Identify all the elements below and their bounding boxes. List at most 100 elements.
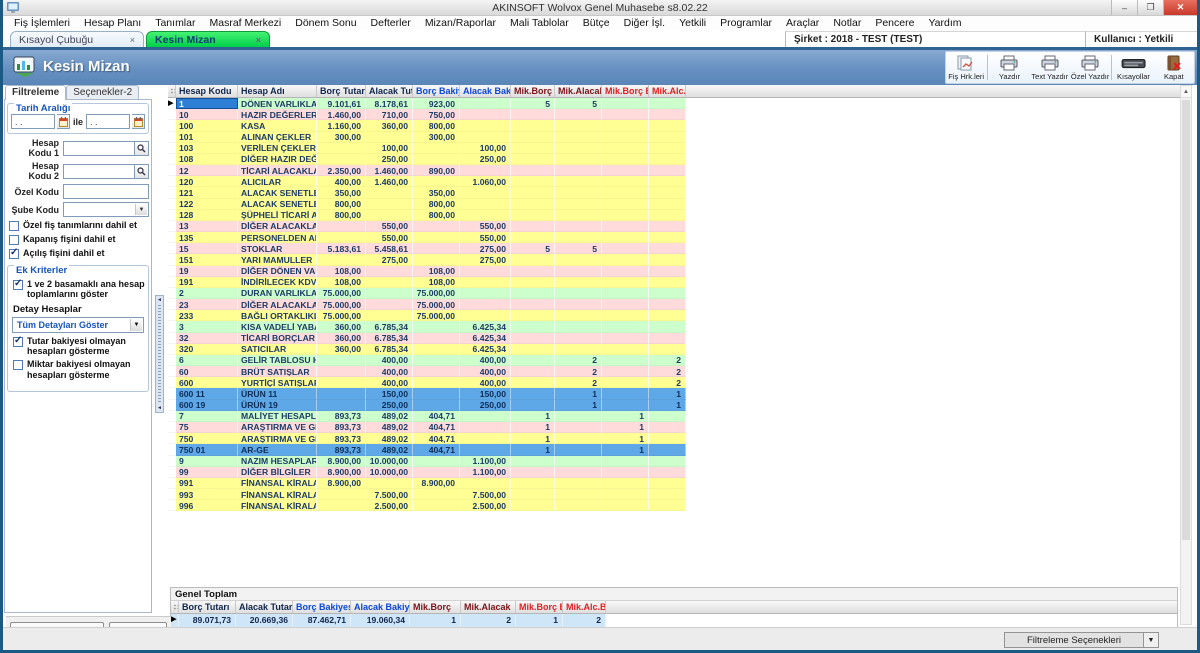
cell-hesap-adi[interactable]: FİNANSAL KİRALAMA YOLU <box>238 478 317 489</box>
date-from-input[interactable]: . . <box>11 114 55 129</box>
cell-value[interactable] <box>555 321 602 332</box>
cell-value[interactable] <box>555 165 602 176</box>
cell-value[interactable]: 8.900,00 <box>317 467 366 478</box>
cell-value[interactable]: 75.000,00 <box>413 299 460 310</box>
cell-value[interactable] <box>555 444 602 455</box>
cell-value[interactable] <box>317 232 366 243</box>
menu-item[interactable]: Dönem Sonu <box>288 17 363 29</box>
cell-value[interactable]: 1.100,00 <box>460 456 511 467</box>
cell-value[interactable] <box>460 277 511 288</box>
cell-value[interactable] <box>413 456 460 467</box>
cell-value[interactable]: 2 <box>649 355 686 366</box>
cell-value[interactable] <box>413 333 460 344</box>
cell-value[interactable] <box>511 388 555 399</box>
cell-value[interactable] <box>511 400 555 411</box>
total-header-borc-bakiyesi[interactable]: Borç Bakiyesi <box>293 601 351 613</box>
cell-value[interactable] <box>555 467 602 478</box>
table-row[interactable]: 600YURTİÇİ SATIŞLAR400,00400,0022 <box>168 377 1184 388</box>
cell-value[interactable] <box>366 288 413 299</box>
cell-value[interactable]: 1.460,00 <box>317 109 366 120</box>
cell-hesap-kodu[interactable]: 600 11 <box>176 388 238 399</box>
cell-value[interactable] <box>511 333 555 344</box>
cell-hesap-kodu[interactable]: 135 <box>176 232 238 243</box>
table-row[interactable]: 996FİNANSAL KİRALAMA ALAC2.500,002.500,0… <box>168 500 1184 511</box>
cell-value[interactable]: 400,00 <box>317 176 366 187</box>
table-row[interactable]: 13DİĞER ALACAKLAR550,00550,00 <box>168 221 1184 232</box>
column-header-alacak-bakiyesi[interactable]: Alacak Bakiyesi <box>460 85 511 97</box>
cell-value[interactable]: 800,00 <box>317 210 366 221</box>
cell-value[interactable] <box>555 187 602 198</box>
sube-kodu-select[interactable]: ▼ <box>63 202 149 217</box>
column-header-borc-bakiyesi[interactable]: Borç Bakiyesi <box>413 85 460 97</box>
cell-value[interactable]: 6.785,34 <box>366 344 413 355</box>
cell-value[interactable]: 360,00 <box>317 321 366 332</box>
cell-value[interactable] <box>460 109 511 120</box>
cell-value[interactable] <box>460 199 511 210</box>
checkbox-ozel-fis[interactable]: Özel fiş tanımlarını dahil et <box>9 220 149 231</box>
cell-hesap-adi[interactable]: ARAŞTIRMA VE GELİŞTİRM <box>238 433 317 444</box>
cell-value[interactable]: 5 <box>555 98 602 109</box>
cell-value[interactable]: 360,00 <box>317 333 366 344</box>
cell-value[interactable] <box>366 277 413 288</box>
column-header-mik-borc-bky[interactable]: Mik.Borç Bky. <box>602 85 649 97</box>
cell-value[interactable] <box>413 377 460 388</box>
kapat-button[interactable]: Kapat <box>1154 52 1194 83</box>
column-header-mik-alc-bky[interactable]: Mik.Alc.Bky <box>649 85 686 97</box>
cell-value[interactable]: 710,00 <box>366 109 413 120</box>
cell-value[interactable] <box>649 165 686 176</box>
cell-value[interactable] <box>413 388 460 399</box>
cell-value[interactable]: 893,73 <box>317 422 366 433</box>
table-row[interactable]: 151YARI MAMULLER275,00275,00 <box>168 254 1184 265</box>
cell-hesap-adi[interactable]: BAĞLI ORTAKLIKLARDAN A <box>238 310 317 321</box>
total-header-alacak-tutari[interactable]: Alacak Tutarı <box>236 601 293 613</box>
cell-hesap-kodu[interactable]: 1 <box>176 98 238 109</box>
cell-value[interactable]: 108,00 <box>413 266 460 277</box>
cell-hesap-kodu[interactable]: 122 <box>176 199 238 210</box>
cell-value[interactable] <box>649 478 686 489</box>
cell-value[interactable] <box>460 288 511 299</box>
cell-value[interactable] <box>413 243 460 254</box>
cell-value[interactable] <box>555 478 602 489</box>
cell-value[interactable] <box>602 199 649 210</box>
cell-hesap-kodu[interactable]: 750 01 <box>176 444 238 455</box>
menu-item[interactable]: Defterler <box>364 17 418 29</box>
cell-value[interactable] <box>366 210 413 221</box>
cell-value[interactable] <box>555 500 602 511</box>
cell-value[interactable]: 550,00 <box>460 232 511 243</box>
total-header-mik-alc-bky[interactable]: Mik.Alc.Bky. <box>563 601 606 613</box>
column-header-borc-tutari[interactable]: Borç Tutarı <box>317 85 366 97</box>
cell-value[interactable]: 1.160,00 <box>317 120 366 131</box>
cell-value[interactable] <box>602 333 649 344</box>
cell-value[interactable]: 75.000,00 <box>317 288 366 299</box>
cell-value[interactable]: 400,00 <box>460 366 511 377</box>
cell-hesap-adi[interactable]: ALACAK SENETLERİ REESKO <box>238 199 317 210</box>
close-icon[interactable]: ✕ <box>1163 0 1197 15</box>
cell-value[interactable]: 250,00 <box>366 154 413 165</box>
tab-kisayol-cubugu[interactable]: Kısayol Çubuğu × <box>10 31 144 47</box>
cell-value[interactable] <box>602 355 649 366</box>
cell-hesap-adi[interactable]: ÜRÜN 11 <box>238 388 317 399</box>
cell-value[interactable] <box>511 478 555 489</box>
cell-value[interactable]: 6.785,34 <box>366 321 413 332</box>
cell-hesap-kodu[interactable]: 993 <box>176 489 238 500</box>
menu-item[interactable]: Yardım <box>921 17 968 29</box>
cell-hesap-adi[interactable]: DİĞER ALACAKLAR <box>238 221 317 232</box>
cell-value[interactable] <box>511 299 555 310</box>
total-header-mik-alacak[interactable]: Mik.Alacak <box>461 601 516 613</box>
cell-value[interactable] <box>649 422 686 433</box>
vertical-scrollbar[interactable]: ▲ <box>1180 85 1192 625</box>
cell-value[interactable] <box>511 266 555 277</box>
menu-item[interactable]: Mizan/Raporlar <box>418 17 503 29</box>
cell-hesap-kodu[interactable]: 151 <box>176 254 238 265</box>
cell-value[interactable] <box>511 154 555 165</box>
cell-value[interactable] <box>366 310 413 321</box>
cell-value[interactable] <box>317 388 366 399</box>
cell-hesap-adi[interactable]: DİĞER HAZIR DEĞERLER <box>238 154 317 165</box>
cell-hesap-kodu[interactable]: 99 <box>176 467 238 478</box>
cell-value[interactable]: 550,00 <box>366 232 413 243</box>
cell-value[interactable] <box>413 489 460 500</box>
cell-value[interactable] <box>460 433 511 444</box>
cell-value[interactable] <box>649 433 686 444</box>
cell-value[interactable]: 8.900,00 <box>317 456 366 467</box>
checkbox-miktar-bakiyesi[interactable]: Miktar bakiyesi olmayan hesapları göster… <box>13 359 145 380</box>
